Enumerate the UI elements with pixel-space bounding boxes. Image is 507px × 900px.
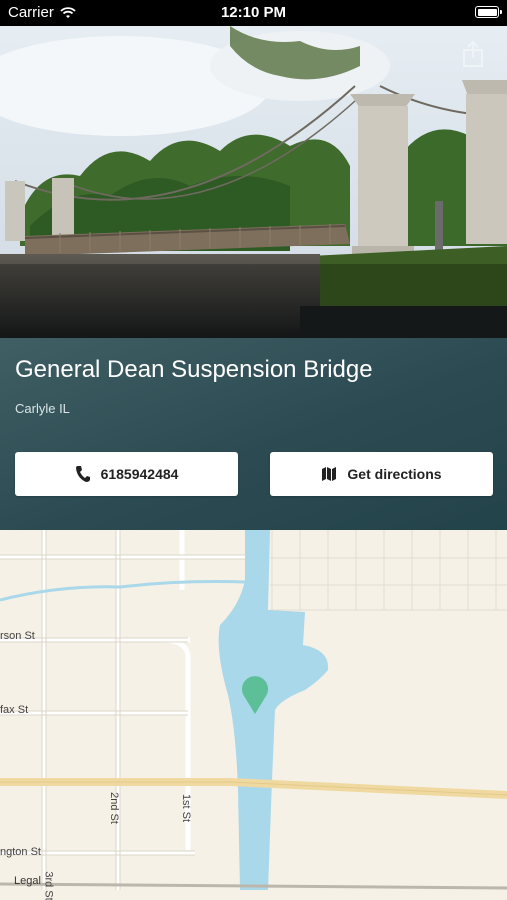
share-icon[interactable]: [461, 40, 485, 68]
phone-number: 6185942484: [100, 466, 179, 482]
street-label-jefferson: rson St: [0, 630, 35, 642]
street-label-fairfax: fax St: [0, 704, 29, 716]
street-label-3rd: 3rd St: [42, 871, 55, 900]
get-directions-button[interactable]: Get directions: [270, 452, 493, 496]
place-title: General Dean Suspension Bridge: [15, 356, 373, 383]
bridge-photo: [0, 26, 507, 338]
street-label-1st: 1st St: [180, 793, 193, 823]
map-icon: [322, 467, 337, 481]
call-button[interactable]: 6185942484: [15, 452, 238, 496]
phone-icon: [75, 466, 90, 482]
legal-link[interactable]: Legal: [14, 875, 41, 887]
place-info-panel: General Dean Suspension Bridge Carlyle I…: [0, 338, 507, 530]
location-pin-icon[interactable]: [240, 674, 270, 716]
location-map[interactable]: rson St fax St ngton St 2nd St 1st St 3r…: [0, 530, 507, 900]
street-label-2nd: 2nd St: [107, 792, 120, 824]
status-time: 12:10 PM: [220, 4, 287, 21]
street-label-washington: ngton St: [0, 846, 41, 858]
place-location: Carlyle IL: [15, 401, 70, 416]
status-bar: Carrier 12:10 PM: [0, 0, 507, 26]
directions-label: Get directions: [347, 466, 442, 482]
battery-icon: [475, 6, 502, 18]
